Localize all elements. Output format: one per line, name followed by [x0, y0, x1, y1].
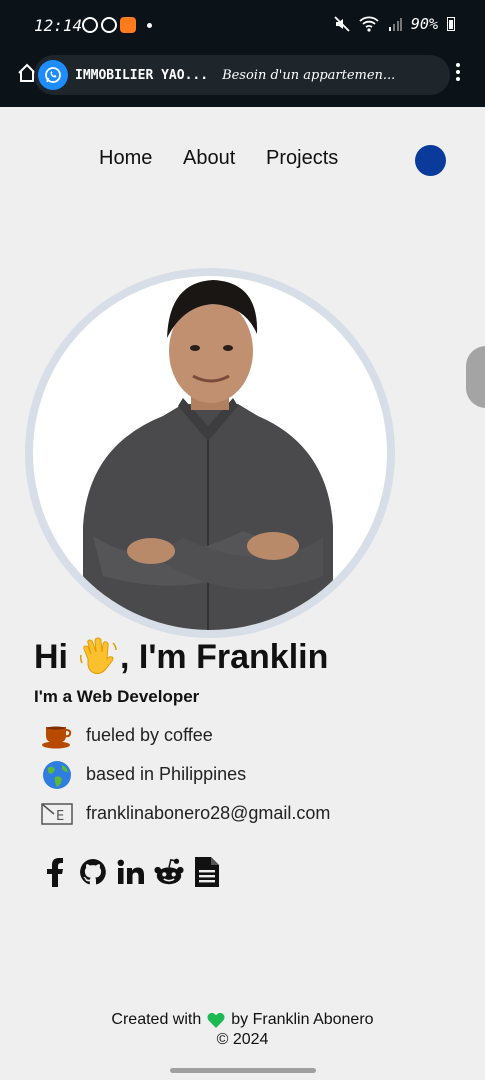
- chat-sender-name: IMMOBILIER YAO...: [75, 67, 209, 83]
- whatsapp-icon: [38, 60, 68, 90]
- green-heart-icon: [207, 1012, 225, 1028]
- status-time: 12:14: [34, 16, 83, 35]
- page-footer: Created with by Franklin Abonero © 2024: [0, 1010, 485, 1050]
- more-notifications-dot-icon: [147, 22, 152, 28]
- floating-side-handle[interactable]: [466, 346, 485, 408]
- mute-icon: [334, 16, 350, 32]
- reddit-icon[interactable]: [154, 856, 184, 888]
- whatsapp-notification-icon: [82, 17, 98, 33]
- main-nav: Home About Projects: [0, 147, 485, 175]
- svg-text:E: E: [56, 809, 64, 824]
- fact-coffee-text: fueled by coffee: [86, 725, 213, 745]
- battery-icon: [447, 17, 455, 31]
- linkedin-icon[interactable]: [116, 856, 146, 888]
- waving-hand-icon: [79, 637, 117, 675]
- footer-author: by Franklin Abonero: [231, 1011, 374, 1028]
- greeting-hi: Hi: [34, 637, 68, 676]
- footer-created-with: Created with: [111, 1011, 202, 1028]
- gesture-navigation-bar[interactable]: [170, 1068, 316, 1073]
- person-illustration: [83, 280, 333, 630]
- fact-location-text: based in Philippines: [86, 764, 247, 784]
- profile-avatar: [25, 268, 395, 638]
- nav-projects-link[interactable]: Projects: [266, 147, 338, 170]
- profile-photo: [33, 276, 387, 630]
- greeting-name: , I'm Franklin: [120, 637, 329, 676]
- role-subtitle: I'm a Web Developer: [34, 687, 200, 706]
- github-icon[interactable]: [78, 856, 108, 888]
- greeting-heading: Hi , I'm Franklin: [34, 637, 328, 677]
- app-notification-icon: [120, 17, 136, 33]
- status-system-icons: 90%: [334, 15, 455, 33]
- fact-location: based in Philippines: [40, 755, 330, 794]
- theme-toggle-button[interactable]: [415, 145, 446, 176]
- signal-icon: [388, 18, 402, 31]
- chat-message-preview: Besoin d'un appartemen...: [222, 67, 396, 83]
- facebook-icon[interactable]: [40, 856, 70, 888]
- resume-icon[interactable]: [192, 856, 222, 888]
- footer-credits: Created with by Franklin Abonero: [0, 1010, 485, 1030]
- status-notification-icons: [82, 17, 152, 33]
- wifi-icon: [359, 16, 379, 32]
- battery-percent: 90%: [410, 15, 438, 33]
- nav-about-link[interactable]: About: [183, 147, 235, 170]
- envelope-icon: E: [40, 797, 74, 831]
- coffee-icon: [40, 719, 74, 753]
- fact-email: E franklinabonero28@gmail.com: [40, 794, 330, 833]
- status-bar: 12:14 90% IMMOBILIER YAO... Besoin d'un …: [0, 0, 485, 107]
- fact-coffee: fueled by coffee: [40, 716, 330, 755]
- fact-email-text: franklinabonero28@gmail.com: [86, 803, 331, 823]
- whatsapp-notification-icon: [101, 17, 117, 33]
- about-facts-list: fueled by coffee based in Philippines E …: [40, 716, 330, 833]
- nav-home-link[interactable]: Home: [99, 147, 152, 170]
- chat-head-banner[interactable]: IMMOBILIER YAO... Besoin d'un appartemen…: [34, 55, 450, 95]
- globe-icon: [40, 758, 74, 792]
- more-options-icon[interactable]: [455, 63, 461, 81]
- social-links: [40, 856, 222, 888]
- footer-copyright: © 2024: [216, 1031, 269, 1048]
